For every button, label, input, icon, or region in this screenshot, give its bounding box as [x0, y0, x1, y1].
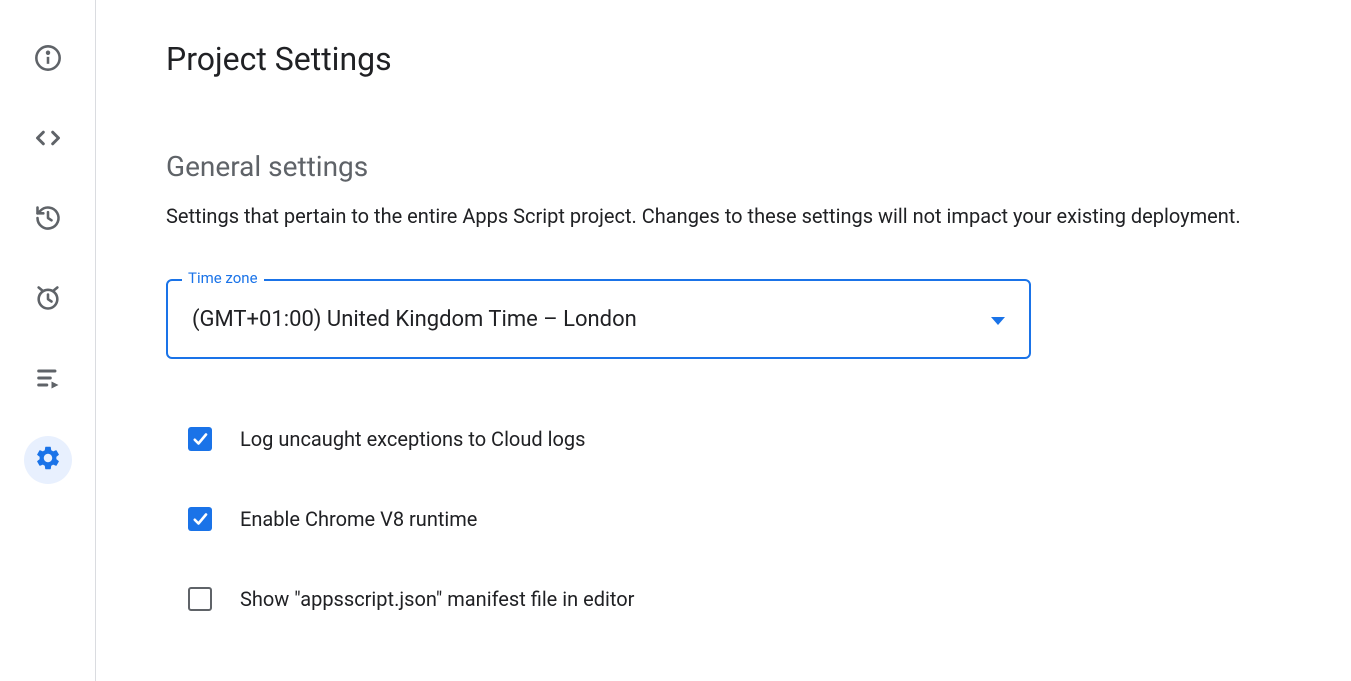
timezone-field: Time zone (GMT+01:00) United Kingdom Tim…	[166, 279, 1031, 359]
main-content: Project Settings General settings Settin…	[96, 0, 1351, 681]
checkbox-v8-runtime[interactable]	[188, 507, 212, 531]
sidebar-item-editor[interactable]	[24, 116, 72, 164]
alarm-icon	[34, 284, 62, 316]
info-icon	[34, 44, 62, 76]
checkbox-row-log-exceptions: Log uncaught exceptions to Cloud logs	[166, 407, 1281, 471]
gear-icon	[34, 444, 62, 476]
section-description: Settings that pertain to the entire Apps…	[166, 201, 1281, 231]
sidebar-item-history[interactable]	[24, 196, 72, 244]
section-title-general: General settings	[166, 150, 1281, 183]
timezone-label: Time zone	[182, 269, 264, 287]
sidebar-item-overview[interactable]	[24, 36, 72, 84]
checkbox-row-show-manifest: Show "appsscript.json" manifest file in …	[166, 567, 1281, 631]
checkbox-label-log-exceptions: Log uncaught exceptions to Cloud logs	[240, 427, 585, 451]
sidebar	[0, 0, 96, 681]
sidebar-item-triggers[interactable]	[24, 276, 72, 324]
sidebar-item-executions[interactable]	[24, 356, 72, 404]
checkbox-label-v8-runtime: Enable Chrome V8 runtime	[240, 507, 477, 531]
history-icon	[34, 204, 62, 236]
page-title: Project Settings	[166, 40, 1281, 78]
dropdown-arrow-icon	[991, 310, 1005, 329]
timezone-select[interactable]: (GMT+01:00) United Kingdom Time – London	[166, 279, 1031, 359]
checkbox-show-manifest[interactable]	[188, 587, 212, 611]
executions-icon	[34, 364, 62, 396]
timezone-value: (GMT+01:00) United Kingdom Time – London	[192, 307, 637, 332]
code-icon	[34, 124, 62, 156]
checkbox-label-show-manifest: Show "appsscript.json" manifest file in …	[240, 587, 634, 611]
checkbox-row-v8-runtime: Enable Chrome V8 runtime	[166, 487, 1281, 551]
sidebar-item-settings[interactable]	[24, 436, 72, 484]
checkbox-log-exceptions[interactable]	[188, 427, 212, 451]
